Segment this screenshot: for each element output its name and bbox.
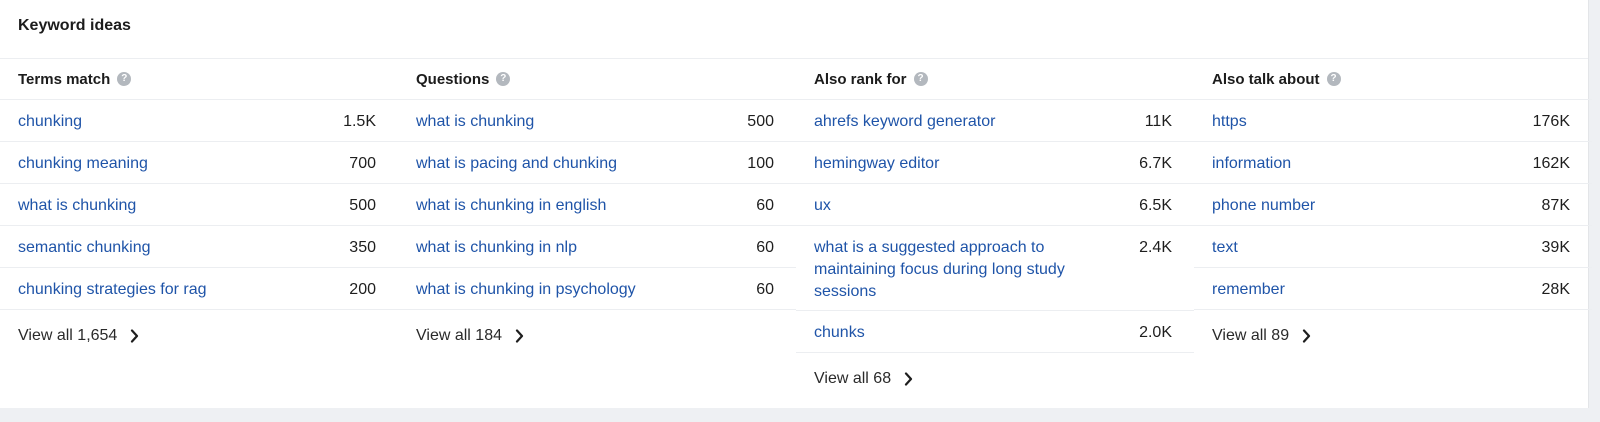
keyword-link[interactable]: text <box>1212 237 1238 259</box>
question-circle-icon[interactable]: ? <box>1326 72 1341 86</box>
view-all-label: View all 1,654 <box>18 327 118 344</box>
keyword-row: what is pacing and chunking 100 <box>398 142 796 184</box>
keyword-row: ahrefs keyword generator 11K <box>796 100 1194 142</box>
question-circle-icon[interactable]: ? <box>913 72 928 86</box>
keyword-link[interactable]: what is chunking <box>18 195 136 217</box>
keyword-row: hemingway editor 6.7K <box>796 142 1194 184</box>
keyword-row: semantic chunking 350 <box>0 226 398 268</box>
keyword-volume: 6.7K <box>1139 155 1172 172</box>
column-header: Also talk about ? <box>1194 59 1592 100</box>
keyword-link[interactable]: phone number <box>1212 195 1315 217</box>
keyword-row: what is chunking 500 <box>0 184 398 226</box>
keyword-volume: 700 <box>349 155 376 172</box>
chevron-right-icon <box>130 329 139 343</box>
keyword-volume: 60 <box>756 197 774 214</box>
keyword-columns: Terms match ? chunking 1.5K chunking mean… <box>0 59 1592 405</box>
keyword-row: information 162K <box>1194 142 1592 184</box>
chevron-right-icon <box>904 372 913 386</box>
keyword-volume: 39K <box>1541 239 1570 256</box>
keyword-volume: 6.5K <box>1139 197 1172 214</box>
column-title: Also talk about <box>1212 70 1320 88</box>
keyword-row: what is chunking in english 60 <box>398 184 796 226</box>
keyword-volume: 11K <box>1144 113 1172 130</box>
keyword-volume: 500 <box>747 113 774 130</box>
keyword-row: what is chunking in nlp 60 <box>398 226 796 268</box>
keyword-volume: 500 <box>349 197 376 214</box>
keyword-link[interactable]: information <box>1212 153 1291 175</box>
column-header: Terms match ? <box>0 59 398 100</box>
keyword-row: ux 6.5K <box>796 184 1194 226</box>
keyword-link[interactable]: what is pacing and chunking <box>416 153 617 175</box>
view-all-link[interactable]: View all 89 <box>1194 310 1592 362</box>
keyword-volume: 87K <box>1541 197 1570 214</box>
keyword-volume: 176K <box>1532 113 1570 130</box>
chevron-right-icon <box>515 329 524 343</box>
keyword-link[interactable]: chunking strategies for rag <box>18 279 207 301</box>
keyword-volume: 2.0K <box>1139 324 1172 341</box>
keyword-link[interactable]: ux <box>814 195 831 217</box>
keyword-link[interactable]: what is chunking <box>416 111 534 133</box>
keyword-volume: 350 <box>349 239 376 256</box>
keyword-link[interactable]: https <box>1212 111 1247 133</box>
keyword-row: what is a suggested approach to maintain… <box>796 226 1194 311</box>
column-title: Terms match <box>18 70 111 88</box>
keyword-volume: 200 <box>349 281 376 298</box>
keyword-volume: 60 <box>756 281 774 298</box>
keyword-link[interactable]: chunking <box>18 111 82 133</box>
column-title: Questions <box>416 70 490 88</box>
keyword-volume: 28K <box>1541 281 1570 298</box>
column-header: Also rank for ? <box>796 59 1194 100</box>
question-circle-icon[interactable]: ? <box>117 72 132 86</box>
keyword-row: what is chunking in psychology 60 <box>398 268 796 310</box>
keyword-row: phone number 87K <box>1194 184 1592 226</box>
keyword-row: remember 28K <box>1194 268 1592 310</box>
column-header: Questions ? <box>398 59 796 100</box>
keyword-row: text 39K <box>1194 226 1592 268</box>
view-all-link[interactable]: View all 184 <box>398 310 796 362</box>
chevron-right-icon <box>1302 329 1311 343</box>
keyword-volume: 1.5K <box>343 113 376 130</box>
question-circle-icon[interactable]: ? <box>496 72 511 86</box>
keyword-link[interactable]: what is chunking in english <box>416 195 606 217</box>
keyword-link[interactable]: semantic chunking <box>18 237 151 259</box>
keyword-link[interactable]: chunks <box>814 322 865 344</box>
view-all-label: View all 184 <box>416 327 502 344</box>
view-all-link[interactable]: View all 1,654 <box>0 310 398 362</box>
keyword-row: chunking strategies for rag 200 <box>0 268 398 310</box>
column-terms-match: Terms match ? chunking 1.5K chunking mean… <box>0 59 398 405</box>
keyword-row: chunking meaning 700 <box>0 142 398 184</box>
column-questions: Questions ? what is chunking 500 what is … <box>398 59 796 405</box>
keyword-volume: 2.4K <box>1139 239 1172 256</box>
keyword-volume: 60 <box>756 239 774 256</box>
card-header: Keyword ideas <box>0 0 1588 59</box>
view-all-label: View all 68 <box>814 370 892 387</box>
keyword-link[interactable]: what is chunking in psychology <box>416 279 636 301</box>
keyword-volume: 100 <box>747 155 774 172</box>
keyword-ideas-card: Keyword ideas Terms match ? chunking 1.5K… <box>0 0 1592 408</box>
keyword-row: what is chunking 500 <box>398 100 796 142</box>
keyword-volume: 162K <box>1532 155 1570 172</box>
keyword-row: https 176K <box>1194 100 1592 142</box>
keyword-row: chunks 2.0K <box>796 311 1194 353</box>
keyword-link[interactable]: hemingway editor <box>814 153 939 175</box>
column-title: Also rank for <box>814 70 907 88</box>
view-all-label: View all 89 <box>1212 327 1290 344</box>
keyword-link[interactable]: what is a suggested approach to maintain… <box>814 237 1114 303</box>
keyword-link[interactable]: ahrefs keyword generator <box>814 111 995 133</box>
keyword-row: chunking 1.5K <box>0 100 398 142</box>
keyword-link[interactable]: chunking meaning <box>18 153 148 175</box>
column-also-talk-about: Also talk about ? https 176K information 1… <box>1194 59 1592 405</box>
keyword-link[interactable]: what is chunking in nlp <box>416 237 577 259</box>
column-also-rank-for: Also rank for ? ahrefs keyword generator… <box>796 59 1194 405</box>
view-all-link[interactable]: View all 68 <box>796 353 1194 405</box>
card-title: Keyword ideas <box>18 17 131 34</box>
keyword-link[interactable]: remember <box>1212 279 1285 301</box>
